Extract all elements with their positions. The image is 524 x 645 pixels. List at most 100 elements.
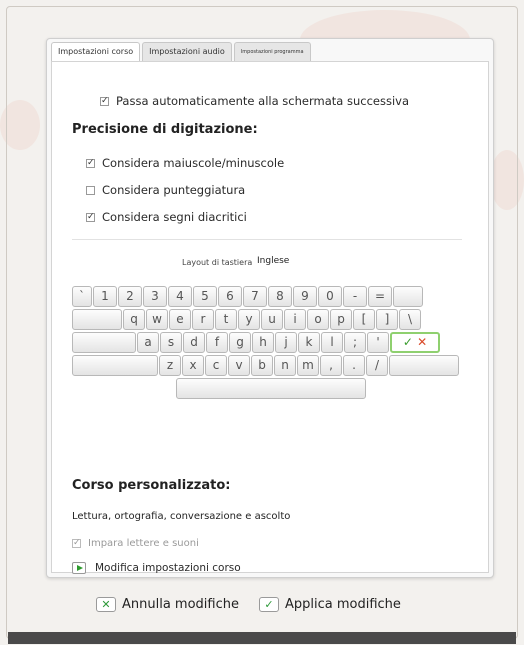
keyboard-key: k <box>298 332 320 353</box>
keyboard-key: 7 <box>243 286 267 307</box>
custom-course-heading: Corso personalizzato: <box>72 478 231 493</box>
tab-course-settings[interactable]: Impostazioni corso <box>51 42 141 62</box>
keyboard-key: 0 <box>318 286 342 307</box>
settings-dialog: Impostazioni corso Impostazioni audio Im… <box>46 38 494 578</box>
diacritics-option[interactable]: ✓ Considera segni diacritici <box>86 210 247 224</box>
keyboard-key: g <box>229 332 251 353</box>
keyboard-preview: ` 1 2 3 4 5 6 7 8 9 0- = q w e r t y u i o p[] \ a s d f g h j k l; ' ✓… <box>72 286 474 422</box>
keyboard-space-key <box>176 378 366 399</box>
keyboard-key: p <box>330 309 352 330</box>
precision-heading: Precisione di digitazione: <box>72 122 258 137</box>
edit-course-settings-button[interactable]: Modifica impostazioni corso <box>72 562 241 574</box>
punctuation-option[interactable]: Considera punteggiatura <box>86 183 245 197</box>
keyboard-key: 4 <box>168 286 192 307</box>
punctuation-label: Considera punteggiatura <box>102 183 246 197</box>
keyboard-key: o <box>307 309 329 330</box>
auto-advance-label: Passa automaticamente alla schermata suc… <box>116 94 409 108</box>
keyboard-key: 1 <box>93 286 117 307</box>
edit-course-settings-label: Modifica impostazioni corso <box>95 562 241 574</box>
apply-icon: ✓ <box>259 597 279 612</box>
keyboard-enter-key: ✓ ✕ <box>390 332 440 353</box>
keyboard-modifier-key <box>72 355 158 376</box>
keyboard-row-4: z x c v b n m,. / <box>72 355 460 376</box>
keyboard-row-3: a s d f g h j k l; ' ✓ ✕ <box>72 332 441 353</box>
keyboard-key: 9 <box>293 286 317 307</box>
keyboard-key: \ <box>399 309 421 330</box>
punctuation-checkbox[interactable] <box>86 185 95 195</box>
keyboard-layout-label: Layout di tastiera <box>182 258 253 267</box>
keyboard-key: 6 <box>218 286 242 307</box>
keyboard-key: / <box>366 355 388 376</box>
learn-letters-option[interactable]: ✓ Impara lettere e suoni <box>72 538 199 549</box>
keyboard-key: u <box>261 309 283 330</box>
dialog-actions: ✕ Annulla modifiche ✓ Applica modifiche <box>96 597 401 612</box>
keyboard-key: r <box>192 309 214 330</box>
keyboard-key: e <box>169 309 191 330</box>
apply-changes-label: Applica modifiche <box>285 597 401 612</box>
keyboard-key: m <box>297 355 319 376</box>
custom-course-description: Lettura, ortografia, conversazione e asc… <box>72 511 291 522</box>
keyboard-key: n <box>274 355 296 376</box>
keyboard-key: q <box>123 309 145 330</box>
learn-letters-checkbox[interactable]: ✓ <box>72 539 81 548</box>
tab-program-settings[interactable]: Impostazioni programma <box>233 42 311 61</box>
keyboard-row-1: ` 1 2 3 4 5 6 7 8 9 0- = <box>72 286 424 307</box>
keyboard-key: z <box>159 355 181 376</box>
diacritics-checkbox[interactable]: ✓ <box>86 212 95 222</box>
case-sensitive-checkbox[interactable]: ✓ <box>86 158 95 168</box>
check-icon: ✓ <box>402 335 413 349</box>
keyboard-key: a <box>137 332 159 353</box>
keyboard-key: - <box>343 286 367 307</box>
diacritics-label: Considera segni diacritici <box>102 210 247 224</box>
keyboard-key: x <box>182 355 204 376</box>
auto-advance-option[interactable]: ✓ Passa automaticamente alla schermata s… <box>100 94 409 108</box>
case-sensitive-option[interactable]: ✓ Considera maiuscole/minuscole <box>86 156 284 170</box>
keyboard-key: c <box>205 355 227 376</box>
keyboard-key: f <box>206 332 228 353</box>
keyboard-key: ` <box>72 286 92 307</box>
keyboard-modifier-key <box>393 286 423 307</box>
keyboard-key: v <box>228 355 250 376</box>
keyboard-modifier-key <box>72 309 122 330</box>
keyboard-key: [ <box>353 309 375 330</box>
cancel-changes-button[interactable]: ✕ Annulla modifiche <box>96 597 239 612</box>
play-icon <box>72 562 86 574</box>
case-sensitive-label: Considera maiuscole/minuscole <box>102 156 285 170</box>
keyboard-key: i <box>284 309 306 330</box>
keyboard-key: , <box>320 355 342 376</box>
tab-audio-settings[interactable]: Impostazioni audio <box>142 42 232 61</box>
keyboard-key: ] <box>376 309 398 330</box>
keyboard-key: ; <box>344 332 366 353</box>
keyboard-key: = <box>368 286 392 307</box>
tab-bar: Impostazioni corso Impostazioni audio Im… <box>51 42 311 62</box>
keyboard-key: d <box>183 332 205 353</box>
keyboard-key: 5 <box>193 286 217 307</box>
cancel-icon: ✕ <box>96 597 116 612</box>
window-bottom-bar <box>8 632 516 644</box>
keyboard-modifier-key <box>389 355 459 376</box>
keyboard-key: ' <box>367 332 389 353</box>
keyboard-key: 2 <box>118 286 142 307</box>
keyboard-key: . <box>343 355 365 376</box>
keyboard-modifier-key <box>72 332 136 353</box>
keyboard-key: 8 <box>268 286 292 307</box>
keyboard-key: y <box>238 309 260 330</box>
keyboard-row-2: q w e r t y u i o p[] \ <box>72 309 422 330</box>
apply-changes-button[interactable]: ✓ Applica modifiche <box>259 597 401 612</box>
keyboard-row-5 <box>72 378 367 399</box>
auto-advance-checkbox[interactable]: ✓ <box>100 96 109 106</box>
keyboard-key: 3 <box>143 286 167 307</box>
learn-letters-label: Impara lettere e suoni <box>88 538 199 549</box>
cross-icon: ✕ <box>412 335 428 349</box>
keyboard-key: w <box>146 309 168 330</box>
keyboard-key: j <box>275 332 297 353</box>
divider <box>72 239 462 240</box>
course-settings-panel: ✓ Passa automaticamente alla schermata s… <box>51 61 489 574</box>
keyboard-key: b <box>251 355 273 376</box>
keyboard-layout-value[interactable]: Inglese <box>257 256 289 266</box>
keyboard-key: h <box>252 332 274 353</box>
cancel-changes-label: Annulla modifiche <box>122 597 239 612</box>
keyboard-key: l <box>321 332 343 353</box>
keyboard-key: s <box>160 332 182 353</box>
keyboard-key: t <box>215 309 237 330</box>
